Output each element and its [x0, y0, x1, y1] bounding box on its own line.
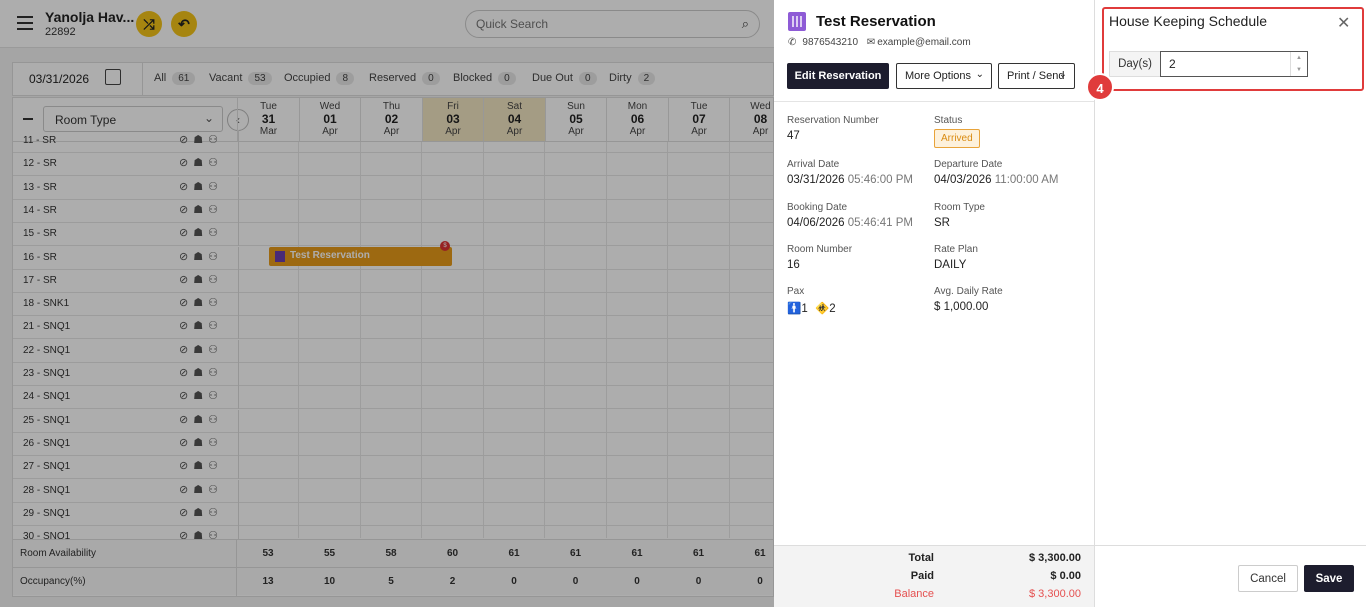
departure-date-field: Departure Date 04/03/2026 11:00:00 AM	[934, 159, 1084, 186]
balance-value: $ 3,300.00	[1029, 588, 1081, 600]
total-row: Total $ 3,300.00	[774, 552, 1094, 568]
adr-value: $ 1,000.00	[934, 301, 989, 313]
field-label: Status	[934, 115, 963, 126]
reservation-number: 47	[787, 130, 800, 142]
room-number-field: Room Number 16	[787, 244, 937, 271]
field-label: Booking Date	[787, 202, 848, 213]
adults-count: 1	[801, 303, 808, 315]
chevron-down-icon: ⌄	[1058, 69, 1067, 80]
field-label: Arrival Date	[787, 159, 840, 170]
print-send-button[interactable]: Print / Send ⌄	[998, 63, 1075, 89]
status-badge: Arrived	[934, 129, 980, 148]
field-label: Rate Plan	[934, 244, 978, 255]
paid-row: Paid $ 0.00	[774, 570, 1094, 586]
adult-icon: 🚹	[787, 303, 802, 315]
reservation-totals: Total $ 3,300.00 Paid $ 0.00 Balance $ 3…	[774, 545, 1094, 607]
balance-row: Balance $ 3,300.00	[774, 588, 1094, 604]
chevron-down-icon: ⌄	[975, 69, 984, 80]
rate-plan-field: Rate Plan DAILY	[934, 244, 1084, 271]
total-value: $ 3,300.00	[1029, 552, 1081, 564]
status-field: Status Arrived	[934, 115, 1084, 148]
field-label: Room Number	[787, 244, 853, 255]
pax-field: Pax 🚹1 🚸2	[787, 286, 937, 315]
housekeeping-footer: Cancel Save	[1095, 545, 1366, 607]
phone-number: 9876543210	[802, 37, 859, 48]
days-label: Day(s)	[1109, 51, 1161, 77]
reservation-panel: Test Reservation ✆ 9876543210 ✉ example@em…	[774, 0, 1094, 607]
departure-date: 04/03/2026	[934, 174, 992, 186]
save-button[interactable]: Save	[1304, 565, 1354, 592]
decrement-icon[interactable]: ▼	[1291, 64, 1307, 76]
more-options-label: More Options	[905, 70, 972, 82]
phone-icon: ✆	[788, 37, 797, 48]
booking-time: 05:46:41 PM	[847, 217, 913, 229]
paid-value: $ 0.00	[1050, 570, 1081, 582]
booking-date-field: Booking Date 04/06/2026 05:46:41 PM	[787, 202, 937, 229]
cancel-button[interactable]: Cancel	[1238, 565, 1298, 592]
departure-time: 11:00:00 AM	[994, 174, 1059, 186]
close-icon[interactable]: ✕	[1337, 13, 1350, 33]
rate-plan-value: DAILY	[934, 259, 967, 271]
balance-label: Balance	[894, 588, 934, 600]
booking-date: 04/06/2026	[787, 217, 845, 229]
field-label: Avg. Daily Rate	[934, 286, 1003, 297]
increment-icon[interactable]: ▲	[1291, 52, 1307, 64]
reservation-title: Test Reservation	[816, 13, 936, 30]
step-badge: 4	[1086, 73, 1114, 101]
housekeeping-title: House Keeping Schedule	[1109, 13, 1268, 29]
field-label: Reservation Number	[787, 115, 879, 126]
children-count: 2	[829, 303, 836, 315]
app-root: Yanolja Hav... 22892 ⤮ ↶ ⌕ 03/31/2026 Al…	[0, 0, 1366, 607]
arrival-time: 05:46:00 PM	[847, 174, 913, 186]
room-type-value: SR	[934, 217, 950, 229]
more-options-button[interactable]: More Options ⌄	[896, 63, 992, 89]
field-label: Pax	[787, 286, 805, 297]
reservation-number-field: Reservation Number 47	[787, 115, 937, 142]
stepper-buttons[interactable]: ▲ ▼	[1290, 52, 1307, 76]
paid-label: Paid	[910, 570, 934, 582]
child-icon: 🚸	[814, 303, 830, 315]
field-label: Room Type	[934, 202, 985, 213]
housekeeping-panel: House Keeping Schedule ✕ Day(s) ▲ ▼ 4 Ca…	[1086, 0, 1366, 607]
adr-field: Avg. Daily Rate $ 1,000.00	[934, 286, 1084, 313]
reservation-header: Test Reservation ✆ 9876543210 ✉ example@em…	[774, 0, 1094, 102]
room-type-field: Room Type SR	[934, 202, 1084, 229]
room-number-value: 16	[787, 259, 800, 271]
arrival-date: 03/31/2026	[787, 174, 845, 186]
total-label: Total	[908, 552, 934, 564]
days-stepper[interactable]: ▲ ▼	[1160, 51, 1308, 77]
mail-icon: ✉	[866, 37, 876, 48]
hotel-icon	[788, 12, 806, 31]
edit-reservation-button[interactable]: Edit Reservation	[787, 63, 889, 89]
field-label: Departure Date	[934, 159, 1003, 170]
arrival-date-field: Arrival Date 03/31/2026 05:46:00 PM	[787, 159, 937, 186]
print-send-label: Print / Send	[1007, 70, 1065, 82]
days-input[interactable]	[1169, 57, 1279, 71]
email-address: example@email.com	[877, 37, 971, 48]
reservation-contact: ✆ 9876543210 ✉ example@email.com	[788, 37, 977, 48]
